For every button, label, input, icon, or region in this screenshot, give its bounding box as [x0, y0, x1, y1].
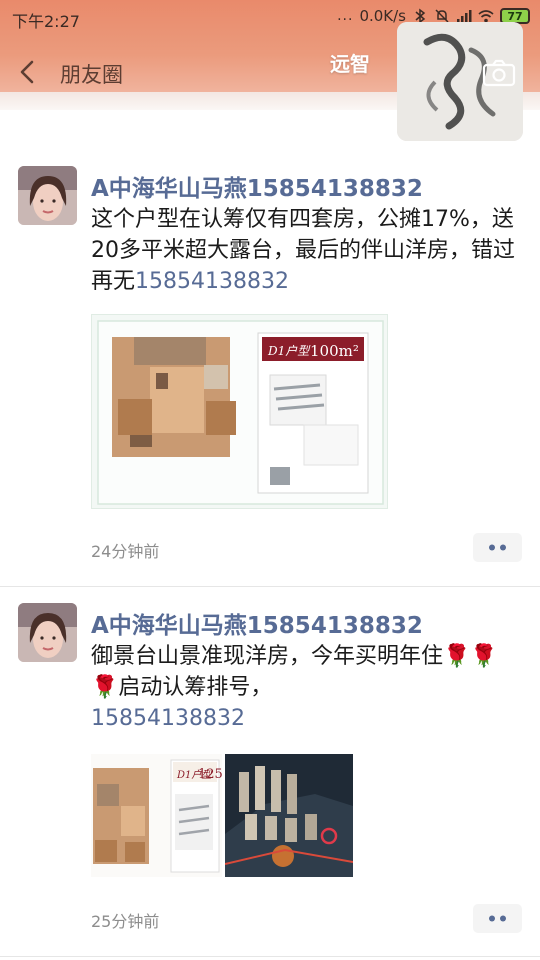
more-dots-icon	[489, 915, 506, 922]
poster-name[interactable]: A中海华山马燕15854138832	[91, 606, 423, 640]
self-name: 远智	[330, 52, 370, 76]
post-timestamp: 25分钟前	[91, 912, 160, 931]
page-title: 朋友圈	[60, 63, 123, 87]
camera-icon[interactable]	[482, 58, 516, 88]
avatar[interactable]	[18, 166, 77, 225]
more-dots-icon	[489, 544, 506, 551]
phone-link[interactable]: 15854138832	[91, 706, 245, 731]
status-time: 下午2:27	[12, 12, 80, 31]
floorplan-area: 100m²	[310, 342, 359, 360]
more-options-button[interactable]	[473, 533, 522, 562]
post-image-aerial-view[interactable]	[225, 754, 353, 877]
post-text: 这个户型在认筹仅有四套房，公摊17%，送20多平米超大露台，最后的伴山洋房，错过…	[91, 204, 516, 297]
phone-link[interactable]: 15854138832	[135, 269, 289, 294]
post-image-floorplan[interactable]: D1户型 125	[91, 754, 222, 877]
status-more-dots: ...	[337, 8, 354, 24]
floorplan-label: D1户型	[267, 344, 311, 358]
back-button[interactable]	[14, 58, 42, 86]
post-text-body: 御景台山景准现洋房，今年买明年住🌹🌹🌹启动认筹排号，	[91, 644, 498, 700]
post-divider	[0, 956, 540, 957]
post-divider	[0, 586, 540, 587]
post-text: 御景台山景准现洋房，今年买明年住🌹🌹🌹启动认筹排号， 15854138832	[91, 641, 516, 734]
floorplan-area: 125	[198, 767, 222, 782]
post-image-floorplan[interactable]: D1户型 100m²	[91, 314, 388, 509]
network-speed: 0.0K/s	[359, 7, 406, 25]
avatar[interactable]	[18, 603, 77, 662]
more-options-button[interactable]	[473, 904, 522, 933]
moments-screen: 下午2:27 ... 0.0K/s 77 朋友圈 远智 A中海华山马燕15854…	[0, 0, 540, 960]
poster-name[interactable]: A中海华山马燕15854138832	[91, 169, 423, 203]
post-timestamp: 24分钟前	[91, 542, 160, 561]
